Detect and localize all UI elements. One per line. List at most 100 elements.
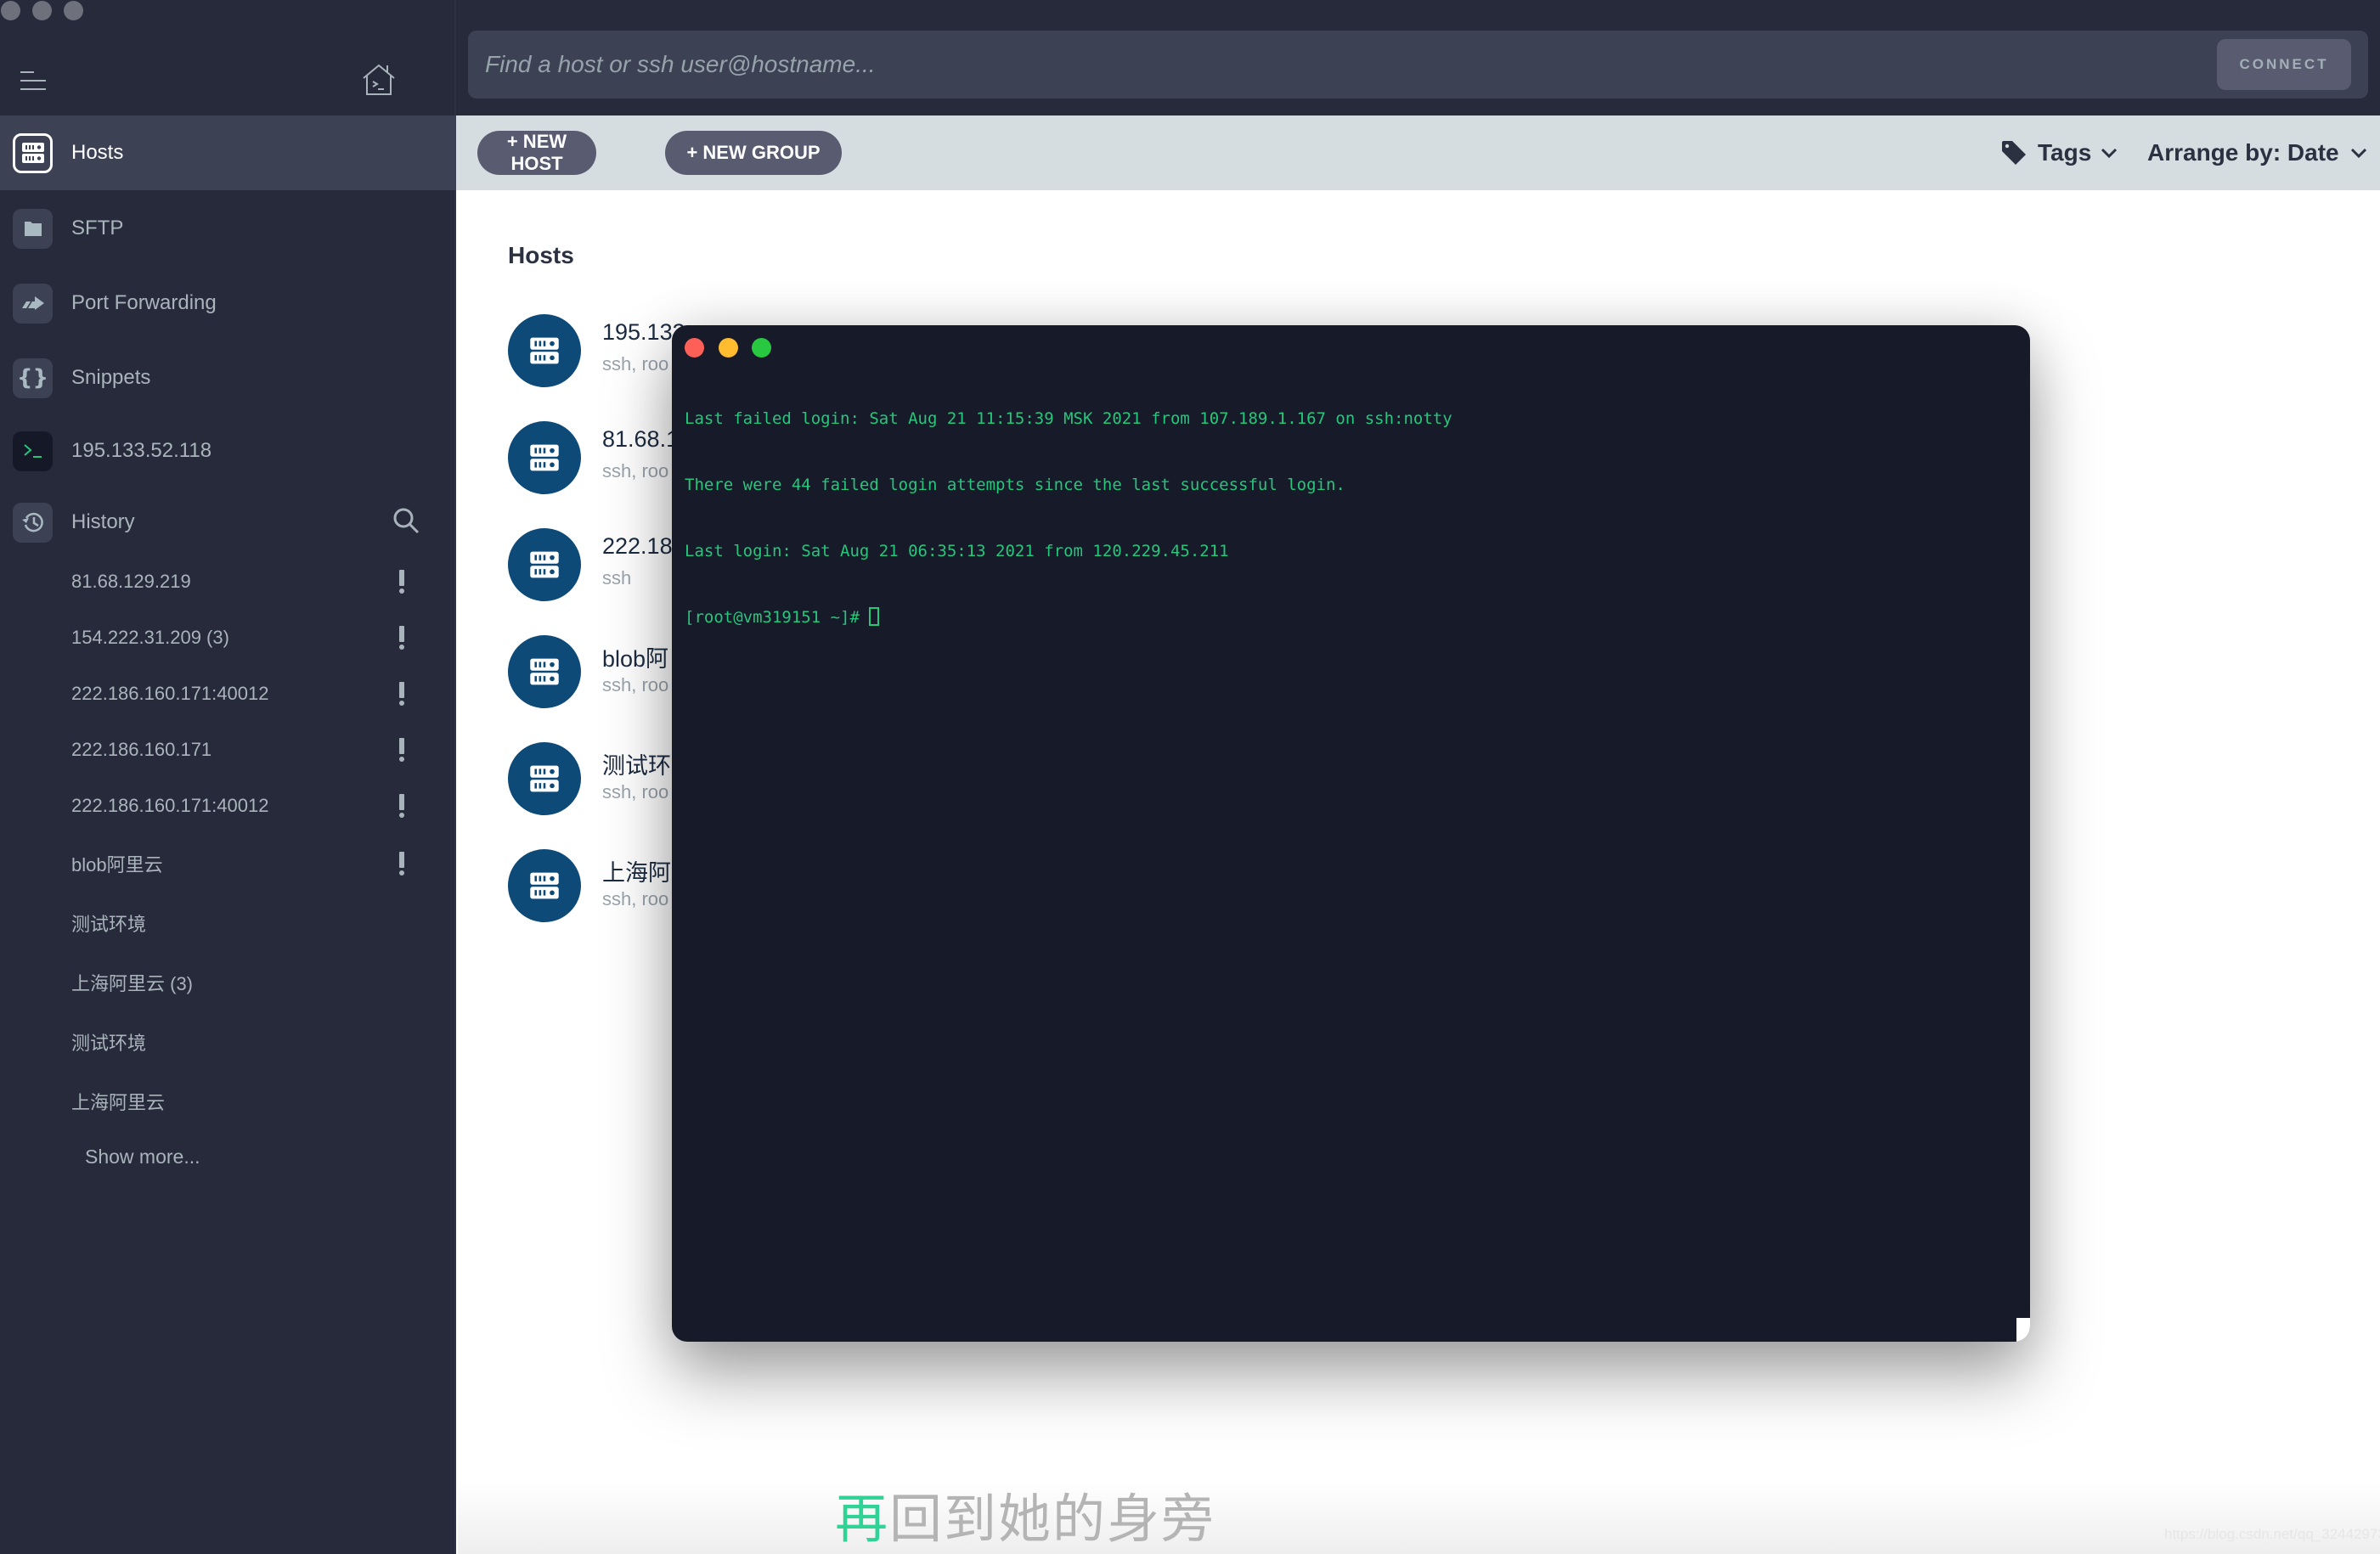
host-details: ssh, roo: [602, 460, 669, 481]
hamburger-icon: [20, 71, 34, 73]
history-item-label: 222.186.160.171: [71, 739, 212, 760]
tags-dropdown[interactable]: Tags: [2000, 136, 2118, 170]
host-details: ssh: [602, 567, 632, 588]
host-avatar: [508, 528, 581, 601]
folder-icon: [24, 222, 42, 236]
sidebar-item-history[interactable]: History: [0, 485, 456, 560]
warning-exclamation-icon: [399, 738, 404, 762]
chevron-down-icon: [2350, 148, 2366, 159]
new-host-button[interactable]: + NEW HOST: [477, 131, 596, 175]
history-item[interactable]: 222.186.160.171:40012: [0, 785, 456, 827]
terminal-maximize-button[interactable]: [752, 338, 771, 358]
history-item[interactable]: 222.186.160.171: [0, 729, 456, 771]
sidebar-item-label: Hosts: [71, 141, 124, 164]
host-name: 81.68.1: [602, 426, 680, 452]
host-avatar: [508, 742, 581, 815]
home-terminal-icon: [363, 64, 395, 95]
window-minimize-button[interactable]: [32, 1, 52, 20]
history-search-button[interactable]: [392, 507, 421, 536]
search-icon: [393, 508, 420, 534]
hosts-section-title: Hosts: [508, 242, 574, 268]
host-avatar: [508, 849, 581, 922]
bottom-fade: [458, 1482, 2380, 1554]
history-item[interactable]: 154.222.31.209 (3): [0, 617, 456, 659]
tag-icon: [2002, 141, 2026, 165]
subtitle-highlight: 再: [835, 1488, 890, 1550]
history-item[interactable]: 81.68.129.219: [0, 560, 456, 603]
sidebar-item-sftp[interactable]: SFTP: [0, 191, 456, 266]
warning-exclamation-icon: [399, 626, 404, 650]
sidebar-item-snippets[interactable]: {} Snippets: [0, 341, 456, 415]
nav-icon-box: [13, 208, 53, 249]
watermark: https://blog.csdn.net/qq_32442973: [2164, 1526, 2380, 1542]
server-icon: [529, 335, 560, 366]
history-item-label: 测试环境: [71, 914, 147, 935]
video-subtitle: 再回到她的身旁: [835, 1476, 1215, 1552]
history-item-label: 222.186.160.171:40012: [71, 795, 269, 816]
window-close-button[interactable]: [1, 1, 20, 20]
host-details: ssh, roo: [602, 888, 669, 909]
host-search-input[interactable]: [468, 31, 2184, 99]
history-item-label: 81.68.129.219: [71, 571, 191, 592]
home-button[interactable]: [360, 63, 398, 97]
show-more-link[interactable]: Show more...: [85, 1146, 200, 1168]
hamburger-icon: [20, 88, 46, 90]
host-avatar: [508, 635, 581, 708]
sidebar-item-label: History: [71, 510, 135, 533]
history-item[interactable]: 测试环境: [0, 902, 456, 944]
server-icon: [21, 143, 44, 163]
server-icon: [529, 763, 560, 794]
braces-icon: {}: [16, 365, 49, 391]
arrange-by-dropdown[interactable]: Arrange by: Date: [2147, 136, 2368, 170]
tags-label: Tags: [2038, 139, 2092, 166]
host-name: 测试环: [602, 753, 671, 779]
terminal-window[interactable]: Last failed login: Sat Aug 21 11:15:39 M…: [672, 325, 2030, 1342]
sidebar-item-session[interactable]: 195.133.52.118: [0, 414, 456, 488]
host-avatar: [508, 421, 581, 494]
hosts-toolbar: + NEW HOST + NEW GROUP Tags Arrange by: …: [456, 115, 2380, 190]
chevron-down-icon: [2101, 148, 2118, 159]
subtitle-rest: 回到她的身旁: [889, 1488, 1216, 1550]
history-item[interactable]: 上海阿里云 (3): [0, 961, 456, 1004]
warning-exclamation-icon: [399, 682, 404, 706]
history-item-label: 154.222.31.209 (3): [71, 627, 229, 648]
terminal-minimize-button[interactable]: [719, 338, 738, 358]
sidebar-item-label: Port Forwarding: [71, 291, 217, 314]
sidebar-item-label: Snippets: [71, 366, 151, 389]
history-icon: [21, 512, 43, 532]
nav-icon-box: [13, 431, 53, 471]
window-maximize-button[interactable]: [64, 1, 83, 20]
sidebar-item-port-forwarding[interactable]: Port Forwarding: [0, 266, 456, 341]
history-item-label: 222.186.160.171:40012: [71, 683, 269, 704]
terminal-icon: [23, 444, 42, 458]
top-bar: CONNECT: [456, 0, 2380, 115]
sidebar-item-label: 195.133.52.118: [71, 439, 212, 462]
menu-toggle-button[interactable]: [20, 70, 48, 92]
terminal-line: Last login: Sat Aug 21 06:35:13 2021 fro…: [685, 542, 1229, 560]
server-icon: [529, 549, 560, 580]
history-item-label: blob阿里云: [71, 854, 163, 876]
new-group-button[interactable]: + NEW GROUP: [665, 131, 842, 175]
connect-button[interactable]: CONNECT: [2217, 39, 2351, 90]
history-item[interactable]: 222.186.160.171:40012: [0, 673, 456, 715]
terminal-line: Last failed login: Sat Aug 21 11:15:39 M…: [685, 409, 1452, 428]
history-item[interactable]: 上海阿里云: [0, 1080, 456, 1123]
sidebar-item-label: SFTP: [71, 217, 124, 239]
history-item[interactable]: 测试环境: [0, 1021, 456, 1063]
terminal-close-button[interactable]: [685, 338, 704, 358]
search-field-container: CONNECT: [468, 31, 2368, 99]
server-icon: [529, 870, 560, 901]
sidebar-item-hosts[interactable]: Hosts: [0, 115, 456, 190]
history-item-label: 测试环境: [71, 1033, 147, 1054]
hamburger-icon: [20, 80, 46, 82]
terminal-output[interactable]: Last failed login: Sat Aug 21 11:15:39 M…: [685, 363, 1452, 673]
history-item-label: 上海阿里云: [71, 1092, 166, 1113]
history-item[interactable]: blob阿里云: [0, 842, 456, 885]
terminal-prompt-line: [root@vm319151 ~]#: [685, 606, 1452, 628]
terminal-prompt: [root@vm319151 ~]#: [685, 608, 870, 627]
host-avatar: [508, 314, 581, 387]
nav-icon-box: [13, 502, 53, 543]
warning-exclamation-icon: [399, 852, 404, 876]
resize-handle[interactable]: [2016, 1318, 2030, 1342]
server-icon: [529, 442, 560, 473]
